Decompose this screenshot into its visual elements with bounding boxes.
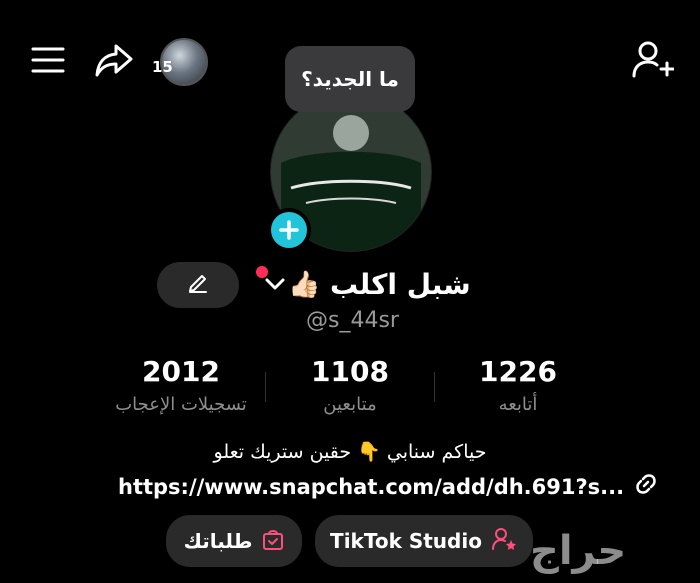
followers-label: متابعين [323, 394, 377, 415]
profile-name[interactable]: شبل اكلب [330, 268, 471, 301]
add-story-plus-icon[interactable] [267, 208, 311, 252]
menu-icon[interactable] [28, 40, 68, 80]
pencil-icon [187, 272, 209, 298]
add-friend-icon[interactable] [628, 36, 676, 84]
likes-label: تسجيلات الإعجاب [115, 394, 247, 415]
haraj-watermark: حراج [530, 528, 627, 574]
story-count: 15 [152, 58, 173, 76]
orders-label: طلباتك [183, 529, 253, 553]
orders-button[interactable]: طلباتك [166, 515, 302, 567]
shopping-bag-icon [262, 527, 284, 556]
studio-label: TikTok Studio [330, 529, 482, 553]
profile-bio: حياكم سنابي 👇 حقين ستريك تعلو [213, 441, 487, 463]
bio-link[interactable]: https://www.snapchat.com/add/dh.691?s... [118, 472, 658, 501]
link-icon [634, 472, 658, 501]
name-emoji: 👍🏻 [288, 270, 321, 300]
following-label: أتابعه [498, 394, 538, 415]
whats-new-tooltip: ما الجديد؟ [285, 46, 415, 112]
share-icon[interactable] [92, 38, 136, 82]
chevron-down-icon[interactable] [264, 276, 286, 292]
edit-profile-button[interactable] [157, 262, 239, 308]
creator-star-icon [491, 527, 518, 556]
tiktok-studio-button[interactable]: TikTok Studio [315, 515, 533, 567]
likes-count[interactable]: 2012 [101, 355, 261, 388]
bio-link-text[interactable]: https://www.snapchat.com/add/dh.691?s... [118, 475, 624, 499]
followers-count[interactable]: 1108 [270, 355, 430, 388]
profile-handle: @s_44sr [306, 308, 399, 333]
following-count[interactable]: 1226 [438, 355, 598, 388]
